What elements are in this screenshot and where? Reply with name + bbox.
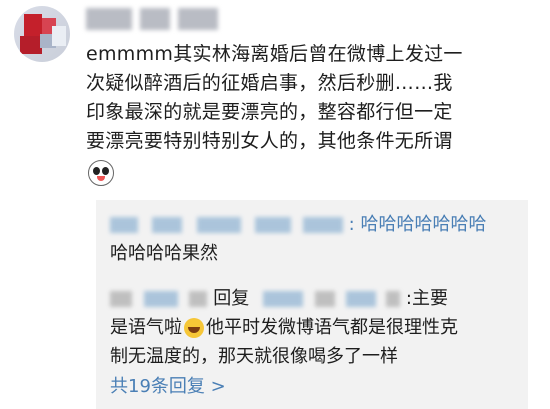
reply-item: 回复 :主要 是语气啦 他平时发微博语气都是很理性克 制无温度的，那天就很像喝多了… [110,284,510,371]
reply-author-blur[interactable] [143,291,178,307]
reply-text-line2: 哈哈哈哈果然 [110,243,218,264]
comment-text: emmmm其实林海离婚后曾在微博上发过一 次疑似醉酒后的征婚启事，然后秒删……我… [86,40,526,187]
reply-text-line3: 制无温度的，那天就很像喝多了一样 [110,346,398,367]
comment-line: 次疑似醉酒后的征婚启事，然后秒删……我 [86,72,453,94]
reply-author-blur[interactable] [110,217,138,233]
comment-line: 要漂亮要特别特别女人的，其他条件无所谓 [86,130,453,152]
panda-face-icon [88,159,114,186]
laughing-face-icon [184,318,204,338]
reply-box: : 哈哈哈哈哈哈哈 哈哈哈哈果然 回复 :主要 是语气啦 他平时发微博语气都是很理… [96,200,528,409]
more-replies-link[interactable]: 共19条回复 > [110,372,226,398]
comment-line: emmmm其实林海离婚后曾在微博上发过一 [86,43,463,65]
username[interactable] [86,8,236,30]
reply-target-blur[interactable] [262,291,303,307]
reply-item: : 哈哈哈哈哈哈哈 哈哈哈哈果然 [110,210,510,268]
reply-text: : 哈哈哈哈哈哈哈 [348,214,487,235]
reply-text: :主要 [405,288,448,309]
avatar[interactable] [14,6,70,62]
reply-text-a: 是语气啦 [110,317,182,338]
comment-line: 印象最深的就是要漂亮的，整容都行但一定 [86,101,453,123]
reply-word: 回复 [213,288,250,309]
reply-text-b: 他平时发微博语气都是很理性克 [206,317,458,338]
